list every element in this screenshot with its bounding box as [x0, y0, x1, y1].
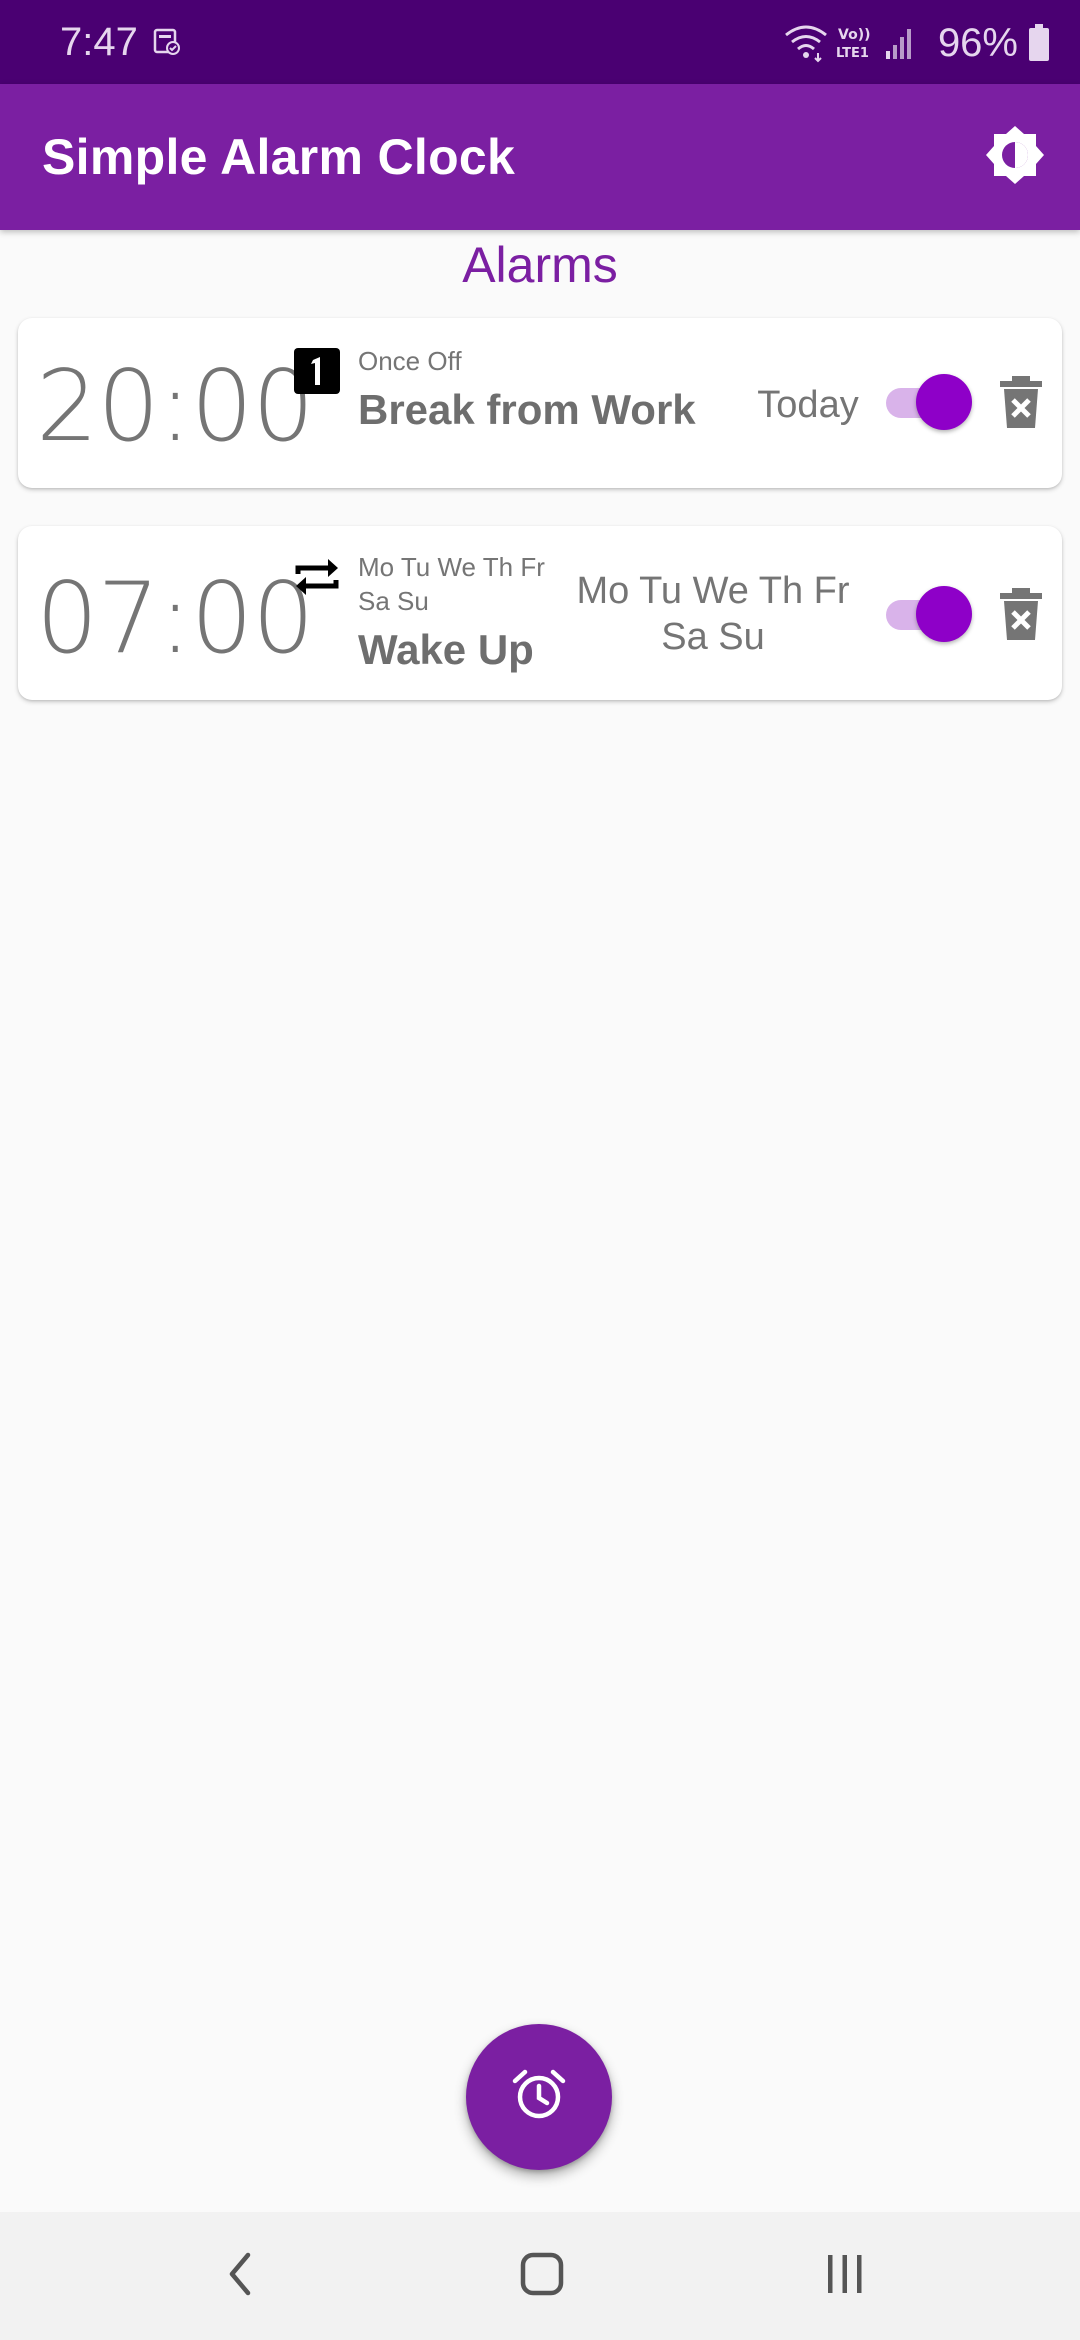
- delete-icon: [998, 588, 1044, 646]
- back-button[interactable]: [200, 2244, 280, 2308]
- recents-icon: [820, 2249, 870, 2304]
- alarm-days: Mo Tu We Th Fr Sa Su: [576, 570, 850, 658]
- recents-button[interactable]: [805, 2244, 885, 2308]
- alarm-hour: 07: [36, 562, 160, 676]
- alarm-label[interactable]: Break from Work: [358, 386, 696, 434]
- time-separator: :: [158, 562, 192, 676]
- repeat-text: Once Off: [358, 346, 462, 376]
- alarm-enabled-toggle[interactable]: [882, 374, 972, 430]
- theme-toggle-button[interactable]: [976, 118, 1054, 196]
- alarm-enabled-toggle[interactable]: [882, 586, 972, 642]
- alarm-hour: 20: [36, 350, 160, 464]
- system-nav-bar: [0, 2212, 1080, 2340]
- status-icons: Vo)) LTE1 96%: [784, 18, 1050, 68]
- brightness-icon: [984, 124, 1046, 191]
- svg-text:LTE1: LTE1: [836, 46, 869, 61]
- add-alarm-button[interactable]: [466, 2024, 612, 2170]
- alarm-days: Today: [757, 384, 859, 426]
- svg-text:Vo)): Vo)): [838, 27, 870, 43]
- battery-icon: [1028, 24, 1050, 62]
- status-bar: 7:47 Vo)) LTE1 96%: [0, 0, 1080, 84]
- alarm-label[interactable]: Wake Up: [358, 626, 534, 674]
- alarm-card[interactable]: 20:00 Once Off Break from Work Today: [18, 318, 1062, 488]
- wifi-icon: [784, 23, 828, 63]
- app-bar: Simple Alarm Clock: [0, 84, 1080, 230]
- delete-alarm-button[interactable]: [998, 586, 1044, 642]
- alarm-time[interactable]: 07:00: [36, 570, 314, 668]
- volte-icon: Vo)) LTE1: [834, 23, 878, 63]
- delete-icon: [998, 376, 1044, 434]
- battery-text: 96%: [937, 20, 1018, 65]
- one-icon: [292, 346, 342, 396]
- delete-alarm-button[interactable]: [998, 374, 1044, 430]
- repeat-text: Mo Tu We Th Fr Sa Su: [358, 552, 545, 616]
- alarm-time[interactable]: 20:00: [36, 358, 314, 456]
- alarm-clock-icon: [511, 2067, 567, 2128]
- alarms-heading: Alarms: [462, 237, 618, 293]
- time-separator: :: [158, 350, 192, 464]
- notification-icon: [152, 27, 182, 57]
- home-button[interactable]: [502, 2244, 582, 2308]
- status-time: 7:47: [60, 20, 138, 64]
- signal-icon: [884, 25, 914, 61]
- home-icon: [517, 2249, 567, 2304]
- toggle-thumb: [916, 586, 972, 642]
- toggle-thumb: [916, 374, 972, 430]
- alarm-card[interactable]: 07:00 Mo Tu We Th Fr Sa Su Wake Up Mo Tu…: [18, 526, 1062, 700]
- app-title: Simple Alarm Clock: [42, 129, 516, 185]
- repeat-icon: [292, 552, 342, 602]
- back-icon: [220, 2249, 260, 2304]
